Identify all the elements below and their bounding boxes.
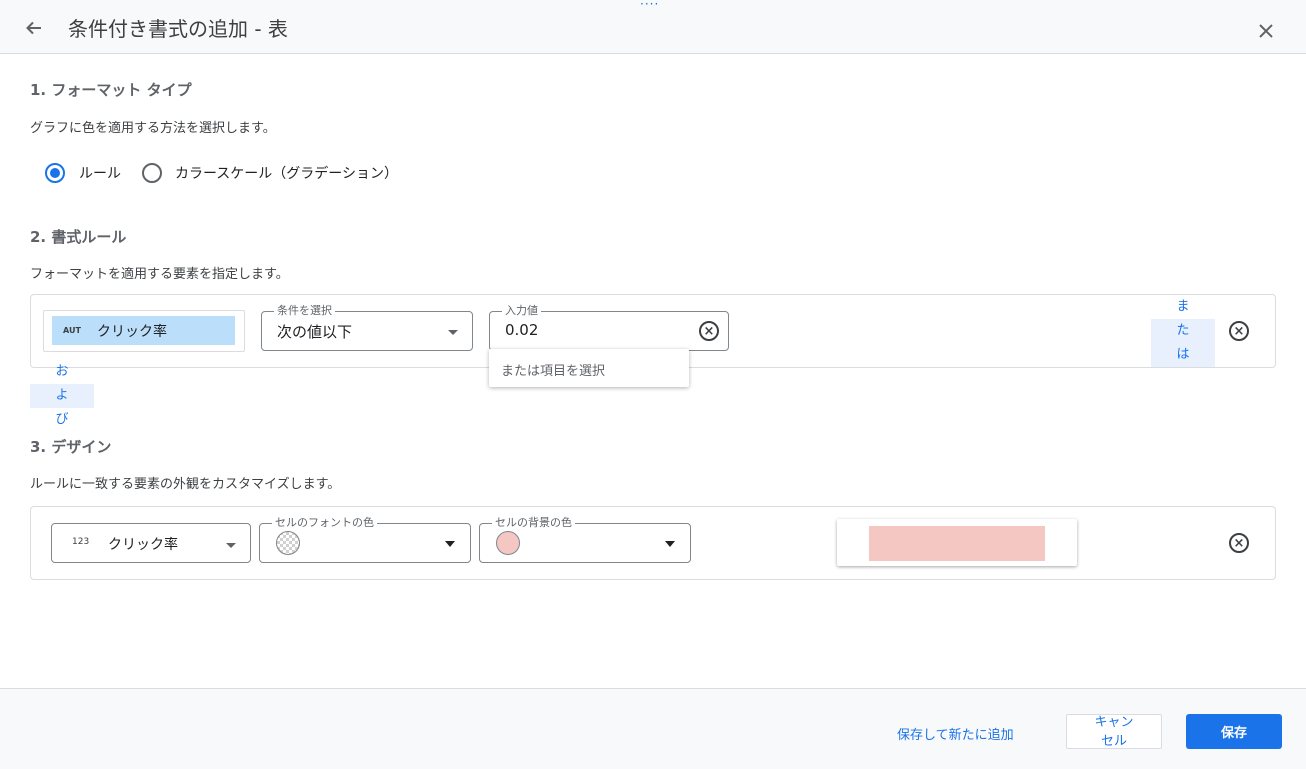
radio-color-scale[interactable] [142,163,162,183]
value-input-label: 入力値 [502,304,541,318]
metric-chip[interactable]: AUT クリック率 [52,316,235,345]
condition-select-label: 条件を選択 [274,304,335,318]
close-button[interactable] [1252,17,1280,45]
font-color-select[interactable]: セルのフォントの色 [259,516,471,563]
design-description: ルールに一致する要素の外観をカスタマイズします。 [30,477,341,492]
metric-chip-label: クリック率 [97,323,167,340]
preview-swatch [869,526,1045,561]
radio-rule-label[interactable]: ルール [79,163,121,183]
remove-design-icon[interactable]: × [1229,533,1249,553]
radio-color-scale-label[interactable]: カラースケール（グラデーション） [175,163,398,183]
cancel-button[interactable]: キャン セル [1066,714,1162,749]
bg-color-select[interactable]: セルの背景の色 [479,516,691,563]
condition-select-value: 次の値以下 [277,323,353,341]
or-button-label[interactable]: ま た は [1151,295,1215,367]
format-preview [837,519,1077,566]
dialog-title: 条件付き書式の追加 - 表 [68,17,288,41]
apply-to-field-select[interactable]: 123 クリック率 [51,523,251,563]
bg-color-label: セルの背景の色 [492,516,575,530]
select-field-option[interactable]: または項目を選択 [501,360,605,379]
dropdown-caret-icon [445,541,455,547]
back-arrow-icon [26,21,41,35]
dropdown-caret-icon [665,541,675,547]
save-and-add-button[interactable]: 保存して新たに追加 [897,724,1014,743]
save-button[interactable]: 保存 [1186,714,1282,749]
clear-icon[interactable]: × [699,321,719,341]
value-input[interactable]: 入力値 0.02 × [489,304,729,351]
apply-to-field-value: クリック率 [108,537,178,553]
dialog-header: ···· 条件付き書式の追加 - 表 [0,0,1306,54]
number-badge-icon: 123 [72,537,90,547]
back-button[interactable] [20,14,48,42]
design-title: 3. デザイン [30,438,112,456]
format-type-description: グラフに色を適用する方法を選択します。 [30,121,276,136]
and-button[interactable]: お よ び [30,360,94,432]
dropdown-caret-icon [448,330,458,335]
transparent-color-icon [276,531,300,555]
remove-rule-icon[interactable]: × [1229,321,1249,341]
radio-rule[interactable] [45,163,65,183]
dialog-footer: 保存して新たに追加 キャン セル 保存 [0,688,1306,769]
bg-color-swatch-icon [496,531,520,555]
drag-handle[interactable]: ···· [640,0,659,10]
field-suggestion-menu: または項目を選択 [489,349,689,387]
close-icon [1259,24,1273,38]
font-color-label: セルのフォントの色 [272,516,377,530]
format-rules-title: 2. 書式ルール [30,228,127,246]
value-input-text[interactable]: 0.02 [505,321,538,339]
dropdown-caret-icon [226,543,236,548]
format-rules-description: フォーマットを適用する要素を指定します。 [30,267,289,282]
condition-select[interactable]: 条件を選択 次の値以下 [261,304,473,351]
format-type-title: 1. フォーマット タイプ [30,81,192,99]
auto-badge-icon: AUT [63,326,81,335]
